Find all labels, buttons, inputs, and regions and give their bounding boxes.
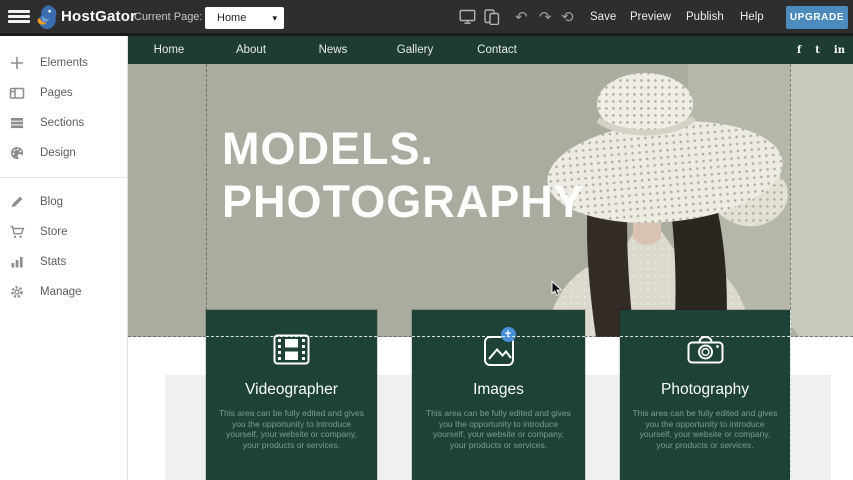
gear-icon — [9, 284, 25, 300]
pencil-icon — [9, 194, 25, 210]
publish-button[interactable]: Publish — [686, 11, 724, 23]
nav-item-about[interactable]: About — [210, 36, 292, 64]
card-images[interactable]: + Images This area can be fully edited a… — [412, 310, 585, 480]
plus-icon — [9, 55, 25, 71]
sidebar-item-blog[interactable]: Blog — [0, 187, 127, 217]
page-select-dropdown[interactable]: Home ▾ — [205, 7, 284, 29]
history-icon[interactable]: ⟲ — [561, 7, 574, 27]
current-page-label: Current Page: — [134, 11, 202, 23]
sidebar-item-sections[interactable]: Sections — [0, 108, 127, 138]
image-plus-icon: + — [412, 334, 585, 370]
sidebar-divider — [0, 177, 127, 178]
linkedin-icon[interactable]: in — [834, 45, 845, 56]
guide-line — [790, 64, 791, 310]
camera-icon — [620, 334, 790, 370]
sidebar-item-design[interactable]: Design — [0, 138, 127, 168]
nav-item-gallery[interactable]: Gallery — [374, 36, 456, 64]
chevron-down-icon: ▾ — [272, 7, 277, 29]
top-toolbar: HostGator Current Page: Home ▾ ↶ ↷ ⟲ Sav… — [0, 0, 853, 36]
hero-title[interactable]: MODELS. PHOTOGRAPHY — [222, 122, 585, 228]
stats-icon — [9, 254, 25, 270]
card-title: Videographer — [206, 381, 377, 399]
builder-window: HostGator Current Page: Home ▾ ↶ ↷ ⟲ Sav… — [0, 0, 853, 480]
nav-item-contact[interactable]: Contact — [456, 36, 538, 64]
card-body: This area can be fully edited and gives … — [631, 408, 779, 450]
twitter-icon[interactable]: t — [815, 45, 820, 56]
sidebar-item-label: Pages — [40, 87, 73, 99]
card-videographer[interactable]: Videographer This area can be fully edit… — [206, 310, 377, 480]
site-canvas: Home About News Gallery Contact f t in — [128, 36, 853, 480]
guide-line — [790, 310, 791, 480]
site-nav-menu: Home About News Gallery Contact — [128, 36, 538, 64]
upgrade-button[interactable]: UPGRADE — [786, 6, 848, 29]
nav-item-home[interactable]: Home — [128, 36, 210, 64]
sidebar-item-pages[interactable]: Pages — [0, 78, 127, 108]
pages-icon — [9, 85, 25, 101]
hero-title-line1: MODELS. — [222, 122, 585, 175]
mobile-preview-icon[interactable] — [483, 9, 500, 30]
cart-icon — [9, 224, 25, 240]
editor-sidebar: Elements Pages Sections Design — [0, 36, 128, 480]
sections-icon — [9, 115, 25, 131]
sidebar-item-elements[interactable]: Elements — [0, 48, 127, 78]
add-image-badge[interactable]: + — [501, 327, 516, 342]
social-links: f t in — [797, 36, 845, 64]
undo-icon[interactable]: ↶ — [515, 7, 528, 27]
sidebar-item-store[interactable]: Store — [0, 217, 127, 247]
card-title: Photography — [620, 381, 790, 399]
facebook-icon[interactable]: f — [797, 45, 801, 56]
sidebar-item-label: Manage — [40, 286, 82, 298]
card-photography[interactable]: Photography This area can be fully edite… — [620, 310, 790, 480]
sidebar-item-label: Design — [40, 147, 76, 159]
card-body: This area can be fully edited and gives … — [425, 408, 573, 450]
hostgator-logo-icon — [36, 4, 59, 36]
site-nav-bar: Home About News Gallery Contact f t in — [128, 36, 853, 64]
card-body: This area can be fully edited and gives … — [218, 408, 366, 450]
save-button[interactable]: Save — [590, 11, 616, 23]
preview-button[interactable]: Preview — [630, 11, 671, 23]
hero-title-line2: PHOTOGRAPHY — [222, 175, 585, 228]
hero-section[interactable]: MODELS. PHOTOGRAPHY — [128, 64, 853, 337]
sidebar-item-label: Blog — [40, 196, 63, 208]
nav-item-news[interactable]: News — [292, 36, 374, 64]
hamburger-icon[interactable] — [8, 10, 30, 24]
sidebar-item-label: Elements — [40, 57, 88, 69]
sidebar-item-stats[interactable]: Stats — [0, 247, 127, 277]
help-button[interactable]: Help — [740, 11, 764, 23]
sidebar-item-manage[interactable]: Manage — [0, 277, 127, 307]
card-title: Images — [412, 381, 585, 399]
sidebar-item-label: Sections — [40, 117, 84, 129]
redo-icon[interactable]: ↷ — [539, 7, 552, 27]
palette-icon — [9, 145, 25, 161]
desktop-preview-icon[interactable] — [459, 9, 476, 30]
brand-name: HostGator — [61, 8, 136, 25]
page-select-value: Home — [217, 12, 246, 24]
sidebar-item-label: Store — [40, 226, 68, 238]
sidebar-item-label: Stats — [40, 256, 66, 268]
film-icon — [206, 334, 377, 370]
guide-line — [206, 64, 207, 310]
